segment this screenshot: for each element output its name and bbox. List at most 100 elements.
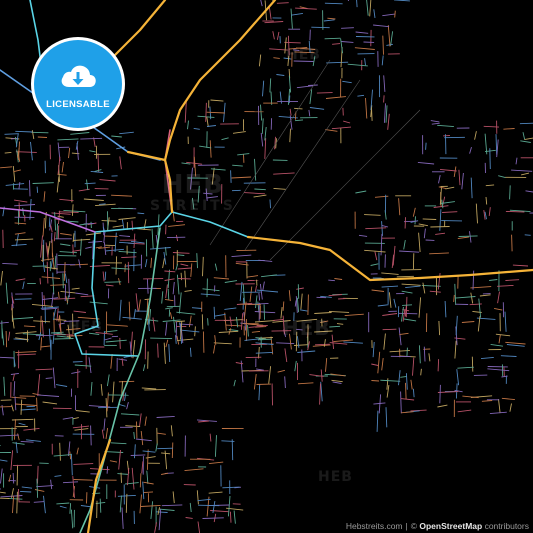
minor-street <box>254 320 275 323</box>
minor-street <box>400 391 402 414</box>
minor-street <box>414 216 416 225</box>
licensable-badge[interactable]: LICENSABLE <box>34 40 122 128</box>
minor-street <box>165 284 168 299</box>
minor-street <box>261 118 264 134</box>
minor-street <box>479 294 491 297</box>
minor-street <box>311 26 330 29</box>
minor-street <box>430 120 440 123</box>
minor-street <box>33 501 45 503</box>
minor-street <box>314 343 330 346</box>
minor-street <box>382 13 395 17</box>
minor-street <box>21 486 33 489</box>
minor-street <box>229 511 232 523</box>
minor-street <box>213 277 230 280</box>
attribution-osm-link[interactable]: OpenStreetMap <box>419 521 482 531</box>
minor-street <box>214 435 217 457</box>
minor-street <box>112 225 123 228</box>
minor-street <box>37 394 60 397</box>
minor-street <box>485 184 495 187</box>
minor-street <box>381 272 399 275</box>
minor-street <box>423 228 426 239</box>
minor-street <box>373 402 386 405</box>
minor-street <box>103 418 106 431</box>
minor-street <box>289 108 292 116</box>
minor-street <box>146 278 149 294</box>
minor-street <box>139 413 142 427</box>
minor-street <box>273 187 286 190</box>
minor-street <box>504 311 507 332</box>
minor-street <box>39 278 41 285</box>
minor-street <box>380 233 383 256</box>
minor-street <box>54 338 74 340</box>
minor-street <box>388 292 392 308</box>
minor-street <box>455 296 476 299</box>
minor-street <box>437 124 454 128</box>
minor-street <box>206 196 218 199</box>
minor-street <box>5 330 8 348</box>
minor-street <box>431 122 440 125</box>
minor-street <box>334 278 343 280</box>
minor-street <box>343 341 363 344</box>
minor-street <box>483 210 486 220</box>
minor-street <box>383 103 386 123</box>
minor-street <box>300 293 303 310</box>
minor-street <box>118 217 136 220</box>
minor-street <box>157 447 173 450</box>
minor-street <box>145 456 156 459</box>
minor-street <box>143 219 147 230</box>
minor-street <box>386 378 389 390</box>
minor-street <box>13 381 16 396</box>
minor-street <box>316 92 333 94</box>
minor-street <box>418 232 421 253</box>
minor-street <box>481 400 493 402</box>
minor-street <box>40 337 43 351</box>
minor-street <box>455 383 458 399</box>
minor-street <box>296 318 318 322</box>
minor-street <box>190 263 193 277</box>
minor-street <box>214 313 226 317</box>
minor-street <box>383 95 385 103</box>
minor-street <box>40 235 43 258</box>
minor-street <box>444 300 447 318</box>
minor-street <box>176 274 180 295</box>
minor-street <box>358 234 368 237</box>
minor-street <box>57 138 79 141</box>
minor-street <box>177 267 192 270</box>
minor-street <box>63 320 80 322</box>
minor-street <box>59 442 61 461</box>
minor-street <box>264 21 284 24</box>
minor-street <box>57 291 60 299</box>
minor-street <box>503 128 515 130</box>
minor-street <box>497 284 514 287</box>
minor-street <box>231 254 252 258</box>
minor-street <box>184 289 192 292</box>
minor-street <box>104 281 122 283</box>
minor-street <box>146 470 149 484</box>
minor-street <box>223 102 226 123</box>
minor-street <box>489 148 491 170</box>
minor-street <box>505 279 520 281</box>
minor-street <box>133 431 135 439</box>
minor-street <box>469 303 482 306</box>
minor-street <box>403 240 406 250</box>
minor-street <box>225 324 243 327</box>
minor-street <box>227 495 231 517</box>
minor-street <box>0 406 13 408</box>
minor-street <box>18 422 26 426</box>
minor-street <box>119 404 126 407</box>
attribution-site[interactable]: Hebstreits.com <box>346 521 403 531</box>
minor-street <box>99 203 106 205</box>
minor-street <box>189 502 192 513</box>
minor-street <box>439 209 442 231</box>
minor-street <box>105 339 127 343</box>
minor-street <box>283 57 292 60</box>
minor-street <box>498 399 501 414</box>
minor-street <box>0 356 15 359</box>
minor-street <box>209 140 212 158</box>
minor-street <box>42 401 58 405</box>
minor-street <box>14 396 17 411</box>
minor-street <box>56 502 70 505</box>
minor-street <box>14 199 28 203</box>
minor-street <box>56 223 58 240</box>
minor-street <box>401 290 413 294</box>
